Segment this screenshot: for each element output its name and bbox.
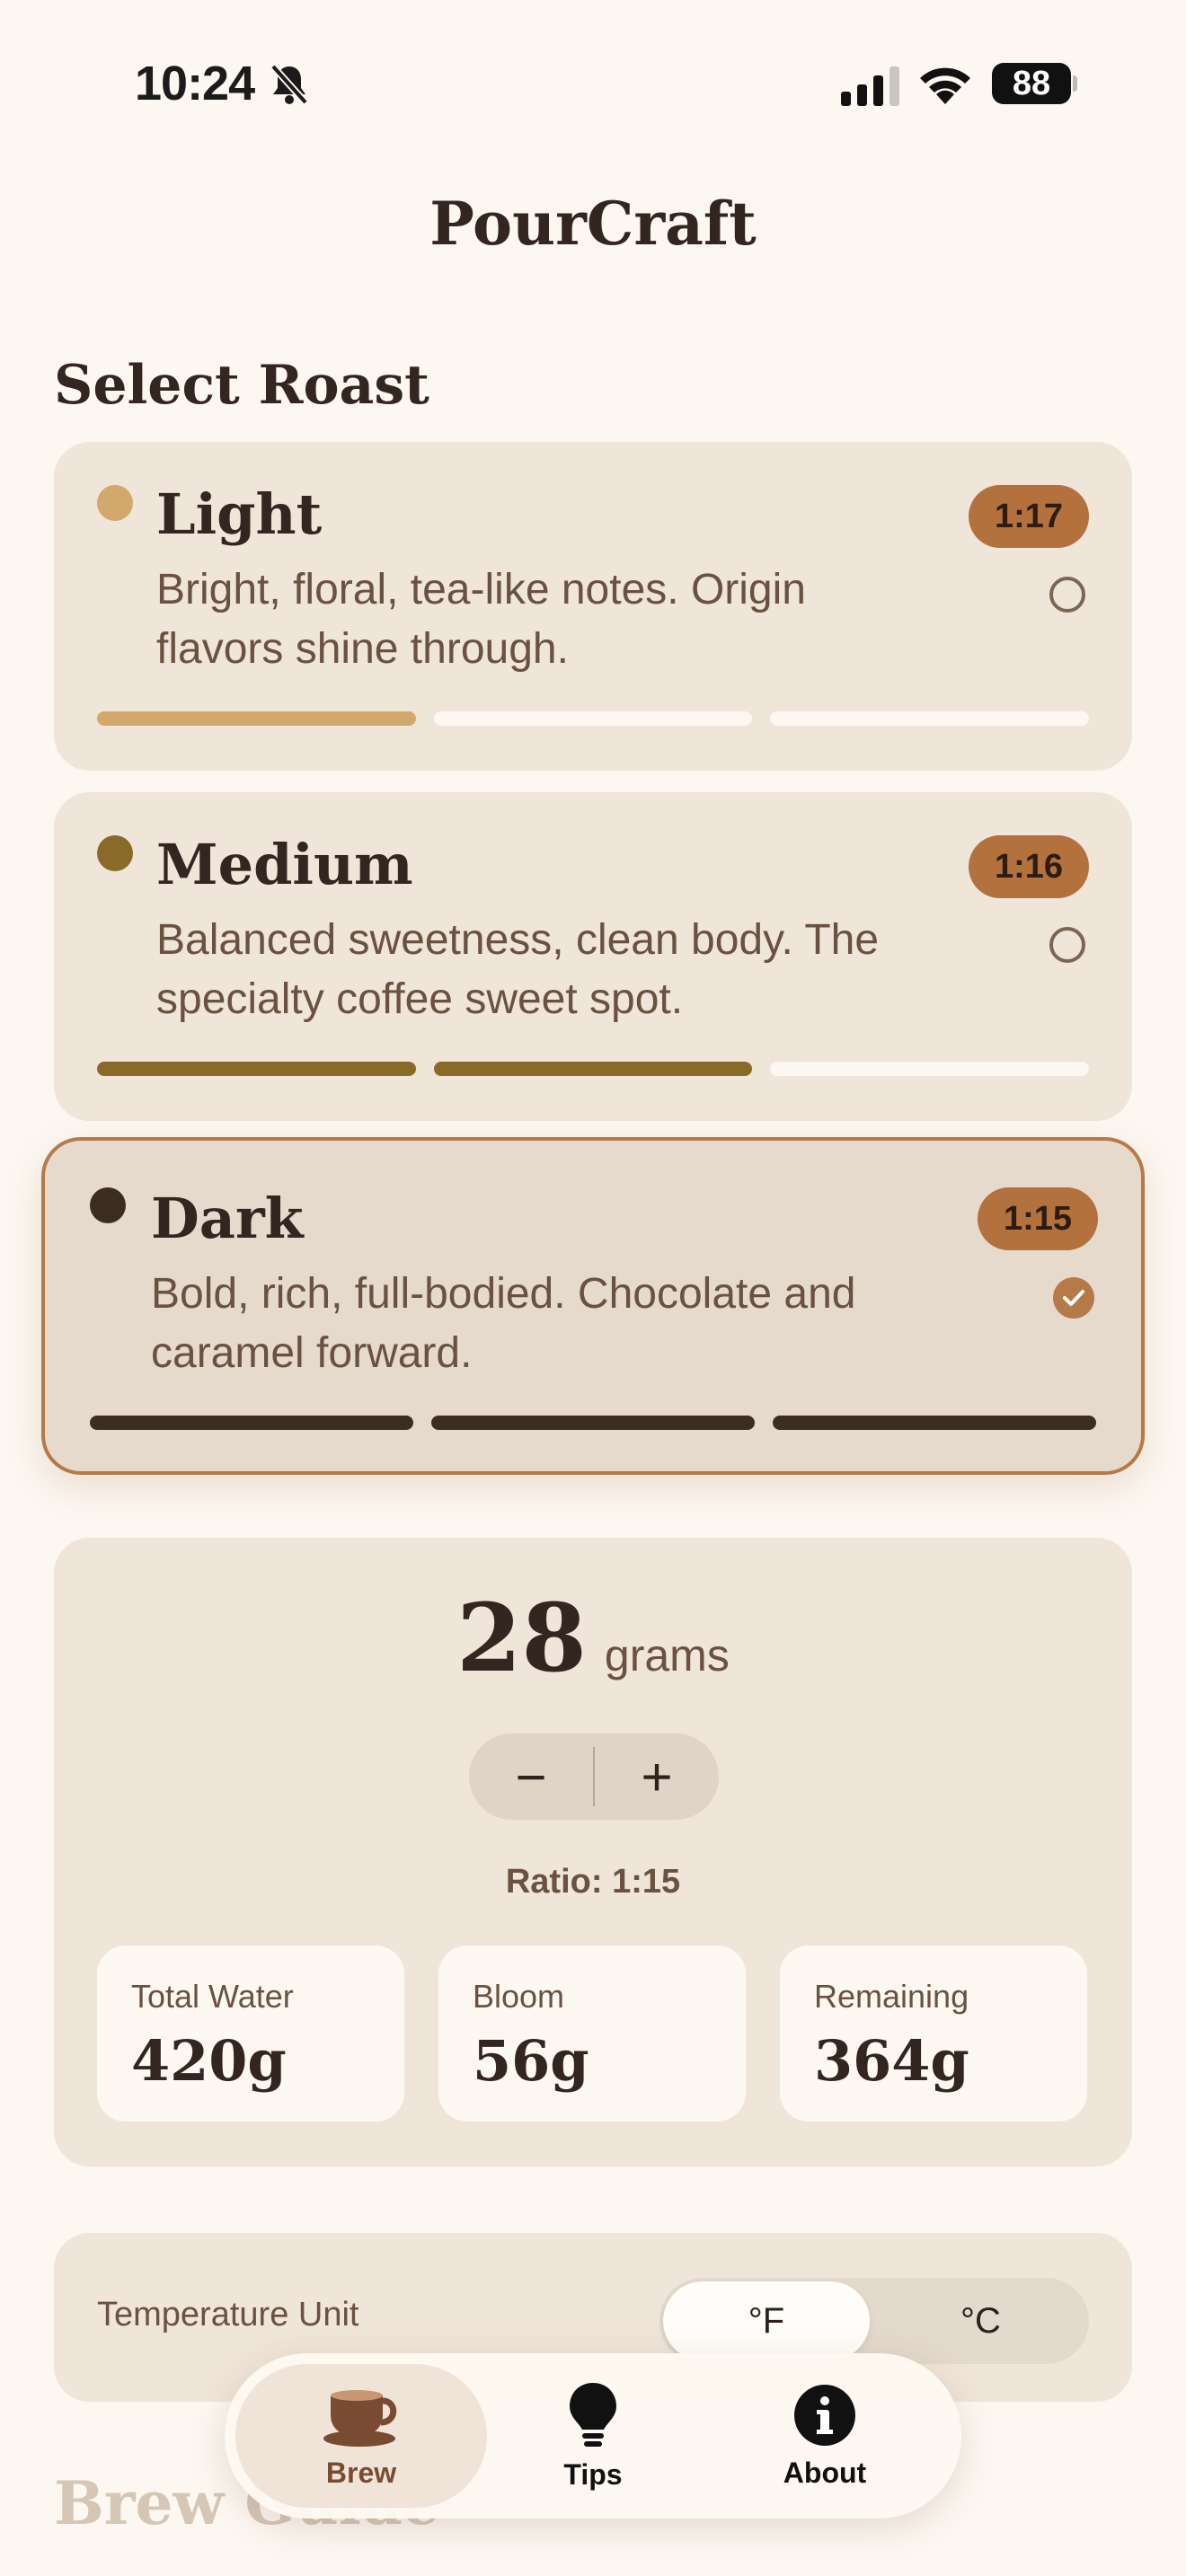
stat-label: Total Water (131, 1978, 294, 2015)
stat-value: 56g (473, 2028, 589, 2094)
level-bar (770, 711, 1090, 726)
ratio-label: Ratio: 1:15 (505, 1863, 681, 1901)
tab-label: About (783, 2456, 867, 2489)
tab-about[interactable]: About (699, 2364, 951, 2508)
level-bar (773, 1416, 1096, 1430)
lightbulb-icon (570, 2382, 616, 2447)
stat-label: Bloom (473, 1978, 565, 2015)
stat-label: Remaining (814, 1978, 969, 2015)
coffee-cup-icon (323, 2389, 397, 2447)
dose-unit: grams (604, 1630, 730, 1681)
roast-description: Bright, floral, tea-like notes. Origin f… (156, 566, 806, 673)
roast-name: Dark (151, 1186, 304, 1251)
app-title: PourCraft (429, 189, 757, 259)
roast-name: Medium (156, 832, 413, 897)
decrement-button[interactable]: − (469, 1734, 593, 1820)
roast-color-dot (97, 835, 133, 871)
signal-icon (841, 66, 899, 106)
option-celsius[interactable]: °C (875, 2278, 1086, 2364)
stat-bloom: Bloom 56g (438, 1945, 746, 2122)
tab-bar: Brew Tips About (225, 2353, 961, 2519)
ratio-badge: 1:17 (969, 485, 1089, 548)
tab-label: Tips (563, 2457, 623, 2491)
info-icon (794, 2384, 855, 2446)
ratio-badge: 1:15 (978, 1187, 1098, 1250)
ratio-badge: 1:16 (969, 835, 1089, 898)
roast-level-bars (90, 1416, 1096, 1430)
battery-indicator: 88 (992, 63, 1071, 104)
level-bar (431, 1416, 755, 1430)
checkmark-icon[interactable] (1053, 1277, 1094, 1319)
tab-brew[interactable]: Brew (235, 2364, 487, 2508)
level-bar (90, 1416, 413, 1430)
increment-button[interactable]: + (595, 1734, 719, 1820)
stat-value: 364g (814, 2028, 969, 2094)
tab-tips[interactable]: Tips (467, 2364, 719, 2508)
dose-display: 28 grams (0, 1583, 1186, 1693)
wifi-icon (920, 67, 970, 104)
level-bar (770, 1062, 1090, 1076)
radio-unselected-icon[interactable] (1049, 577, 1085, 613)
roast-color-dot (97, 485, 133, 521)
stat-remaining: Remaining 364g (780, 1945, 1087, 2122)
roast-card-medium[interactable]: Medium 1:16 Balanced sweetness, clean bo… (54, 792, 1132, 1121)
level-bar (433, 711, 753, 726)
roast-description: Bold, rich, full-bodied. Chocolate and c… (151, 1270, 856, 1377)
level-bar (97, 711, 416, 726)
roast-level-bars (97, 711, 1090, 726)
level-bar (433, 1062, 753, 1076)
radio-unselected-icon[interactable] (1049, 927, 1085, 963)
roast-card-light[interactable]: Light 1:17 Bright, floral, tea-like note… (54, 442, 1132, 771)
status-time: 10:24 (135, 57, 255, 110)
section-title: Select Roast (54, 354, 429, 417)
temperature-unit-toggle[interactable]: °F °C (659, 2278, 1089, 2364)
dose-stepper[interactable]: − + (469, 1734, 719, 1820)
stat-total-water: Total Water 420g (97, 1945, 404, 2122)
dose-value: 28 (456, 1583, 587, 1693)
temperature-label: Temperature Unit (97, 2296, 359, 2333)
roast-level-bars (97, 1062, 1090, 1076)
level-bar (97, 1062, 416, 1076)
battery-tip (1073, 75, 1077, 92)
bell-slash-icon (270, 64, 308, 105)
option-fahrenheit[interactable]: °F (663, 2281, 870, 2360)
roast-color-dot (90, 1187, 126, 1223)
tab-label: Brew (325, 2456, 397, 2489)
roast-card-dark[interactable]: Dark 1:15 Bold, rich, full-bodied. Choco… (41, 1137, 1145, 1475)
stat-value: 420g (131, 2028, 287, 2094)
roast-name: Light (156, 481, 323, 547)
roast-description: Balanced sweetness, clean body. The spec… (156, 916, 880, 1023)
